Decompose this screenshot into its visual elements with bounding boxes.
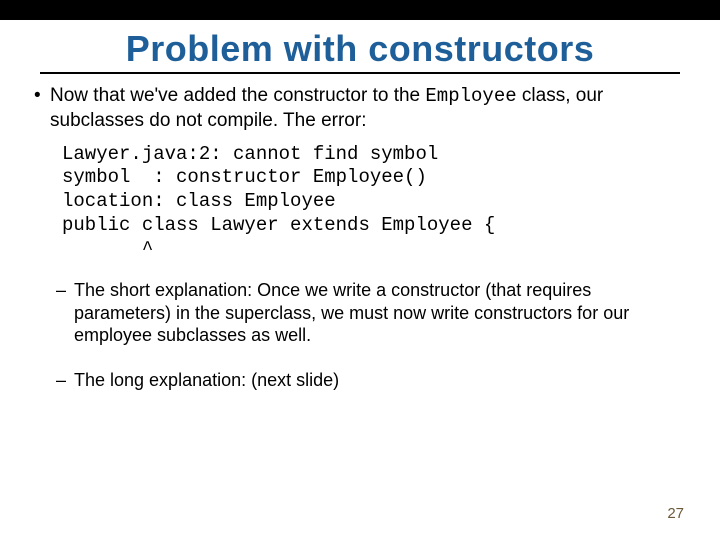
bullet-list: Now that we've added the constructor to … bbox=[28, 84, 692, 133]
inline-code: Employee bbox=[425, 85, 516, 107]
sub-bullet-item: The long explanation: (next slide) bbox=[56, 369, 692, 392]
sub-bullet-list: The short explanation: Once we write a c… bbox=[28, 279, 692, 391]
title-underline bbox=[40, 72, 680, 74]
sub-bullet-item: The short explanation: Once we write a c… bbox=[56, 279, 692, 347]
slide: Problem with constructors Now that we've… bbox=[0, 0, 720, 540]
slide-body: Now that we've added the constructor to … bbox=[0, 84, 720, 391]
slide-title: Problem with constructors bbox=[0, 28, 720, 70]
bullet-text-pre: Now that we've added the constructor to … bbox=[50, 85, 425, 106]
bullet-item: Now that we've added the constructor to … bbox=[34, 84, 692, 133]
code-block: Lawyer.java:2: cannot find symbol symbol… bbox=[62, 143, 692, 262]
title-band bbox=[0, 0, 720, 20]
page-number: 27 bbox=[667, 505, 684, 522]
